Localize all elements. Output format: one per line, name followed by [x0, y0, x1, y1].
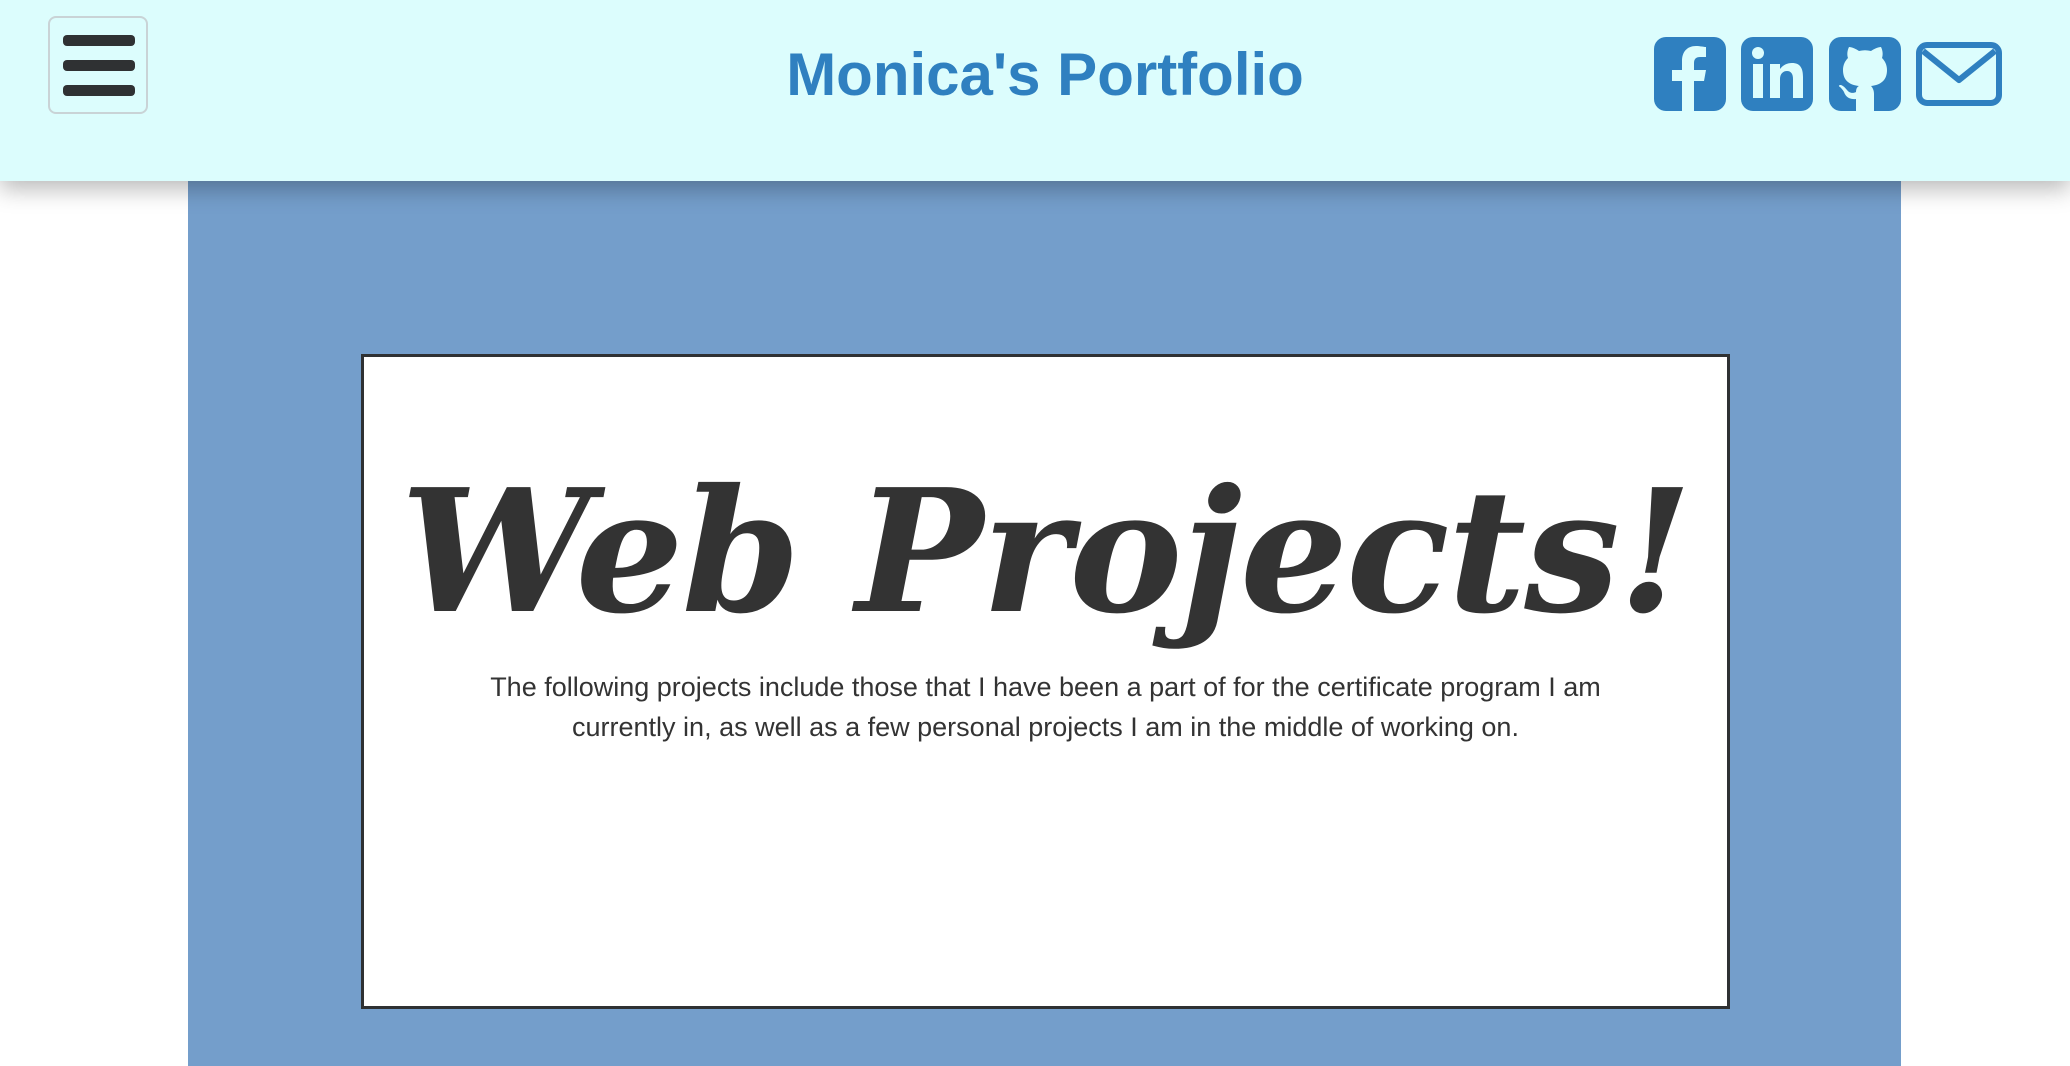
linkedin-icon: [1741, 37, 1813, 111]
github-link[interactable]: [1829, 37, 1901, 111]
linkedin-link[interactable]: [1741, 37, 1813, 111]
email-link[interactable]: [1916, 37, 2002, 111]
github-icon: [1829, 37, 1901, 111]
envelope-icon: [1916, 42, 2002, 106]
page-heading: Web Projects!: [400, 452, 1692, 652]
projects-intro-card: Web Projects! The following projects inc…: [361, 354, 1730, 1009]
intro-description: The following projects include those tha…: [490, 672, 1601, 742]
facebook-link[interactable]: [1654, 37, 1726, 111]
facebook-icon: [1654, 37, 1726, 111]
site-header: Monica's Portfolio: [0, 0, 2070, 181]
